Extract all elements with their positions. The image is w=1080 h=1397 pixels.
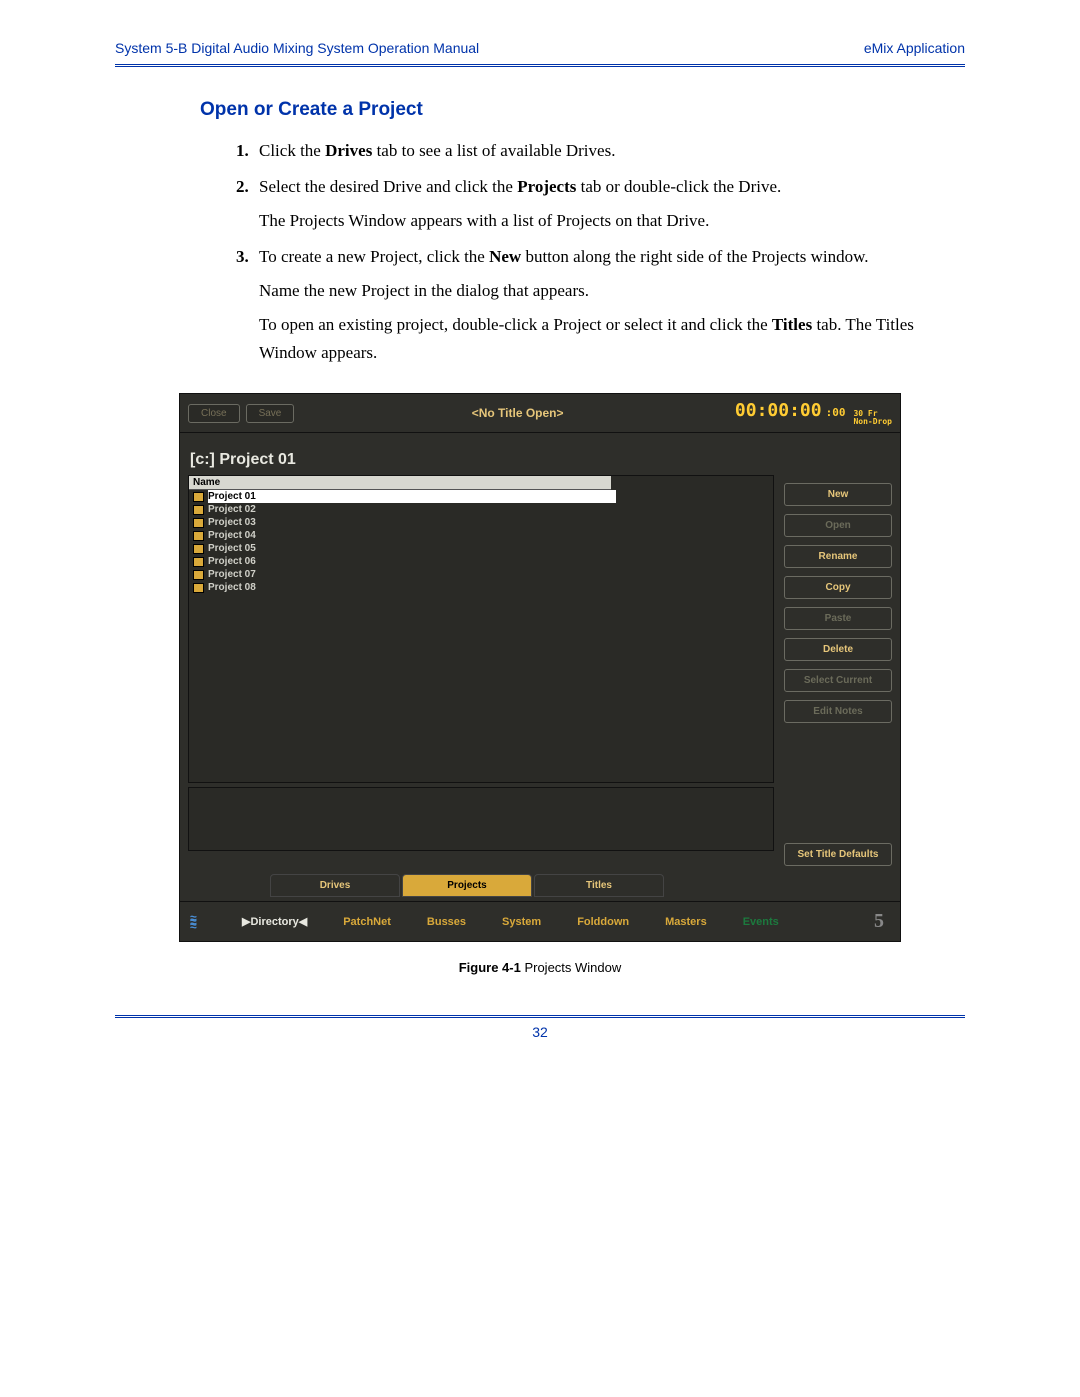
- wave-icon: ≈≈≈: [190, 916, 206, 928]
- page-header: System 5-B Digital Audio Mixing System O…: [115, 40, 965, 64]
- nav-system[interactable]: System: [502, 916, 541, 928]
- nav-masters[interactable]: Masters: [665, 916, 707, 928]
- list-item[interactable]: Project 03: [189, 516, 773, 529]
- tab-drives[interactable]: Drives: [270, 874, 400, 897]
- page-number: 32: [115, 1024, 965, 1040]
- set-title-defaults-button[interactable]: Set Title Defaults: [784, 843, 892, 866]
- folder-icon: [193, 544, 204, 554]
- nav-events[interactable]: Events: [743, 916, 779, 928]
- rename-button[interactable]: Rename: [784, 545, 892, 568]
- logo-5-icon: 5: [868, 910, 890, 933]
- right-button-column: New Open Rename Copy Paste Delete Select…: [784, 441, 892, 866]
- close-button[interactable]: Close: [188, 404, 240, 423]
- list-item[interactable]: Project 01: [189, 490, 773, 503]
- header-right: eMix Application: [864, 40, 965, 56]
- window-top-bar: Close Save <No Title Open> 00:00:00:00 3…: [180, 394, 900, 433]
- header-left: System 5-B Digital Audio Mixing System O…: [115, 40, 479, 56]
- path-label: [c:] Project 01: [190, 451, 774, 469]
- projects-window-screenshot: Close Save <No Title Open> 00:00:00:00 3…: [179, 393, 901, 942]
- bottom-nav: ≈≈≈ ▶Directory◀ PatchNet Busses System F…: [180, 901, 900, 941]
- list-item[interactable]: Project 08: [189, 581, 773, 594]
- new-button[interactable]: New: [784, 483, 892, 506]
- footer-rule: [115, 1015, 965, 1018]
- notes-box: [188, 787, 774, 851]
- folder-icon: [193, 531, 204, 541]
- list-item[interactable]: Project 02: [189, 503, 773, 516]
- copy-button[interactable]: Copy: [784, 576, 892, 599]
- step-3: To create a new Project, click the New b…: [253, 243, 935, 367]
- projects-list[interactable]: Name Project 01 Project 02 Project 03 Pr…: [188, 475, 774, 783]
- tab-projects[interactable]: Projects: [402, 874, 532, 897]
- steps-list: Click the Drives tab to see a list of av…: [225, 137, 965, 367]
- folder-icon: [193, 492, 204, 502]
- nav-directory[interactable]: ▶Directory◀: [242, 915, 307, 928]
- open-button[interactable]: Open: [784, 514, 892, 537]
- list-item[interactable]: Project 04: [189, 529, 773, 542]
- nav-patchnet[interactable]: PatchNet: [343, 916, 391, 928]
- select-current-button[interactable]: Select Current: [784, 669, 892, 692]
- delete-button[interactable]: Delete: [784, 638, 892, 661]
- list-header-name: Name: [189, 476, 611, 490]
- step-1: Click the Drives tab to see a list of av…: [253, 137, 935, 165]
- list-item[interactable]: Project 06: [189, 555, 773, 568]
- header-rule: [115, 64, 965, 67]
- folder-icon: [193, 505, 204, 515]
- window-title: <No Title Open>: [300, 406, 735, 420]
- folder-icon: [193, 583, 204, 593]
- list-item[interactable]: Project 07: [189, 568, 773, 581]
- save-button[interactable]: Save: [246, 404, 295, 423]
- tab-titles[interactable]: Titles: [534, 874, 664, 897]
- folder-icon: [193, 557, 204, 567]
- folder-icon: [193, 518, 204, 528]
- edit-notes-button[interactable]: Edit Notes: [784, 700, 892, 723]
- figure-caption: Figure 4-1 Projects Window: [115, 960, 965, 975]
- tab-row: Drives Projects Titles: [180, 874, 900, 901]
- folder-icon: [193, 570, 204, 580]
- list-item[interactable]: Project 05: [189, 542, 773, 555]
- nav-busses[interactable]: Busses: [427, 916, 466, 928]
- step-2: Select the desired Drive and click the P…: [253, 173, 935, 235]
- section-title: Open or Create a Project: [200, 99, 965, 121]
- nav-folddown[interactable]: Folddown: [577, 916, 629, 928]
- paste-button[interactable]: Paste: [784, 607, 892, 630]
- timecode-display: 00:00:00:00 30 Fr Non-Drop: [735, 400, 892, 426]
